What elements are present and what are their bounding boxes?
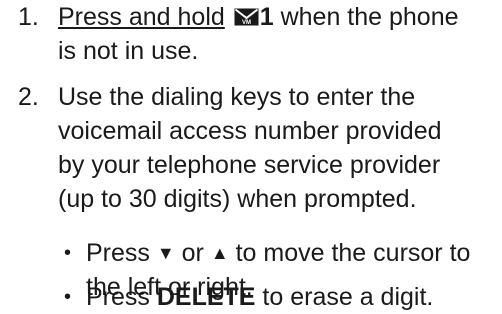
step-number: 2.	[18, 83, 39, 111]
svg-text:VM: VM	[242, 20, 251, 26]
step-number: 1.	[18, 3, 39, 31]
step-text: when the phone	[273, 3, 459, 31]
bullet-line: Press DELETE to erase a digit.	[86, 280, 500, 314]
step-line: voicemail access number provided	[58, 117, 442, 145]
bullet-text: Press	[86, 239, 157, 267]
instructions-document: 1. Press and hold VM 1 when the phone is …	[0, 0, 502, 312]
bullet-text: to move the cursor to	[228, 239, 471, 267]
bullet-line: Press ▼ or ▲ to move the cursor to	[86, 236, 500, 270]
bullet-marker: •	[64, 242, 72, 264]
step-body: Press and hold VM 1 when the phone is not…	[58, 0, 498, 68]
step-line: by your telephone service provider	[58, 151, 441, 179]
bullet-body: Press DELETE to erase a digit.	[86, 280, 500, 314]
step-line: Press and hold VM 1 when the phone	[58, 0, 498, 34]
voicemail-key-icon: VM	[234, 8, 259, 26]
bullet-marker: •	[64, 286, 72, 308]
down-arrow-icon: ▼	[156, 243, 175, 263]
step-line: (up to 30 digits) when prompted.	[58, 185, 417, 213]
step-line: is not in use.	[58, 37, 199, 65]
bullet-text: Press	[86, 283, 157, 311]
step-body: Use the dialing keys to enter the voicem…	[58, 80, 498, 216]
bullet-text: or	[174, 239, 211, 267]
key-label: DELETE	[156, 283, 256, 311]
up-arrow-icon: ▲	[210, 243, 229, 263]
step-line: Use the dialing keys to enter the	[58, 83, 416, 111]
bullet-text: to erase a digit.	[255, 283, 434, 311]
step-action: Press and hold	[58, 3, 225, 31]
key-label: 1	[259, 3, 274, 31]
